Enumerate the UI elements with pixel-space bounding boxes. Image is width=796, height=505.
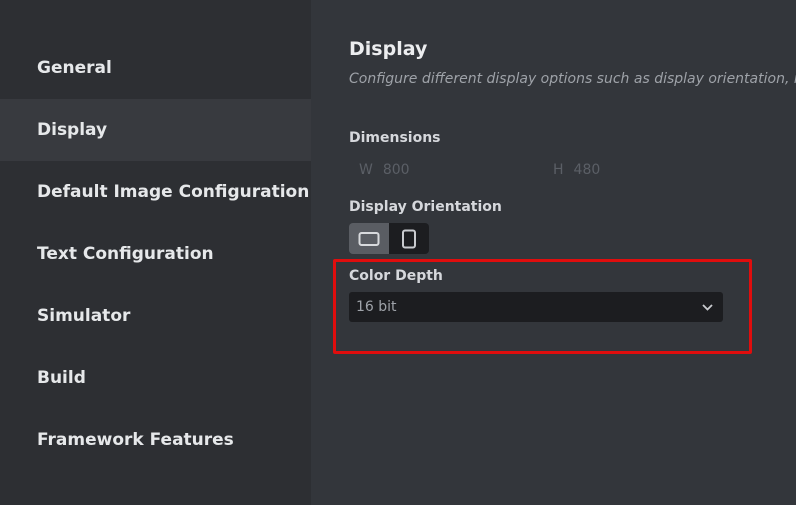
sidebar-item-general[interactable]: General bbox=[0, 37, 311, 99]
sidebar-item-simulator[interactable]: Simulator bbox=[0, 285, 311, 347]
color-depth-select[interactable]: 16 bit bbox=[349, 292, 723, 322]
height-prefix: H bbox=[553, 162, 564, 178]
sidebar-item-framework-features[interactable]: Framework Features bbox=[0, 409, 311, 471]
sidebar-item-build[interactable]: Build bbox=[0, 347, 311, 409]
landscape-icon bbox=[358, 231, 380, 247]
width-prefix: W bbox=[359, 162, 373, 178]
height-field[interactable]: H bbox=[553, 157, 733, 183]
page-description: Configure different display options such… bbox=[349, 71, 796, 87]
chevron-down-icon bbox=[702, 303, 713, 311]
portrait-icon bbox=[401, 229, 417, 249]
sidebar-item-text-configuration[interactable]: Text Configuration bbox=[0, 223, 311, 285]
sidebar-item-label: General bbox=[37, 58, 112, 78]
sidebar-item-label: Build bbox=[37, 368, 86, 388]
sidebar-item-label: Text Configuration bbox=[37, 244, 214, 264]
sidebar-item-label: Default Image Configuration bbox=[37, 182, 310, 202]
color-depth-label: Color Depth bbox=[349, 268, 443, 284]
color-depth-value: 16 bit bbox=[356, 299, 397, 315]
height-input[interactable] bbox=[573, 162, 694, 178]
portrait-orientation-button[interactable] bbox=[389, 223, 429, 254]
display-settings-panel: Display Configure different display opti… bbox=[311, 0, 796, 505]
settings-sidebar: General Display Default Image Configurat… bbox=[0, 0, 311, 505]
sidebar-item-display[interactable]: Display bbox=[0, 99, 311, 161]
width-field[interactable]: W bbox=[359, 157, 539, 183]
width-input[interactable] bbox=[382, 162, 503, 178]
orientation-toggle bbox=[349, 223, 429, 254]
dimensions-label: Dimensions bbox=[349, 130, 441, 146]
page-title: Display bbox=[349, 38, 428, 60]
display-orientation-label: Display Orientation bbox=[349, 199, 502, 215]
landscape-orientation-button[interactable] bbox=[349, 223, 389, 254]
sidebar-item-default-image-configuration[interactable]: Default Image Configuration bbox=[0, 161, 311, 223]
sidebar-item-label: Framework Features bbox=[37, 430, 234, 450]
sidebar-item-label: Simulator bbox=[37, 306, 131, 326]
sidebar-item-label: Display bbox=[37, 120, 108, 140]
